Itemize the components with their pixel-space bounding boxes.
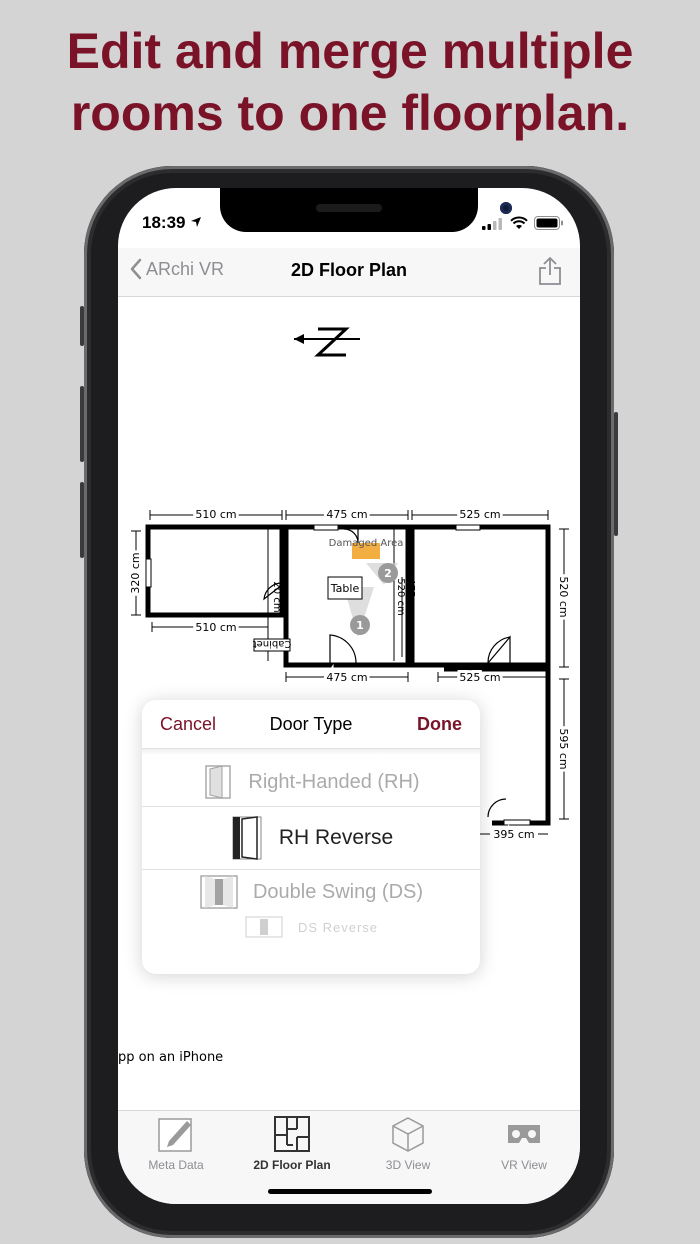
dim-bottom-small: 395 cm — [493, 828, 534, 841]
cube-icon — [392, 1117, 424, 1152]
share-icon — [539, 257, 561, 285]
dim-inner-520: 520 cm — [395, 578, 406, 616]
picker-option-ds-reverse-label: DS Reverse — [297, 919, 379, 935]
door-rh-reverse-icon — [232, 816, 262, 860]
power-button — [614, 412, 618, 536]
pencil-note-icon — [158, 1118, 192, 1152]
dim-room1-bottom: 510 cm — [195, 621, 236, 634]
room-1-walls[interactable] — [145, 524, 285, 618]
tab-meta-data[interactable]: Meta Data — [118, 1115, 234, 1172]
table-label: Table — [330, 582, 360, 595]
tab-2d-floor-plan-label: 2D Floor Plan — [253, 1158, 331, 1172]
home-indicator[interactable] — [268, 1189, 432, 1194]
dim-room2-bottom: 475 cm — [326, 671, 367, 684]
vr-headset-icon — [508, 1125, 540, 1143]
volume-up-button — [80, 386, 84, 462]
status-time-text: 18:39 — [142, 213, 186, 232]
tab-vr-view[interactable]: VR View — [466, 1115, 580, 1172]
dim-inner-20: 20 cm — [271, 581, 282, 612]
headline-line-2: rooms to one floorplan. — [70, 85, 630, 141]
wifi-icon — [510, 216, 528, 229]
volume-down-button — [80, 482, 84, 558]
headline-line-1: Edit and merge multiple — [66, 23, 634, 79]
door-type-picker: Cancel Door Type Done Right-Handed (RH) … — [142, 700, 480, 974]
battery-icon — [534, 216, 563, 230]
tab-meta-data-label: Meta Data — [148, 1158, 204, 1172]
room-3-walls[interactable] — [409, 524, 551, 668]
north-arrow-icon — [294, 327, 360, 357]
picker-option-ds-reverse[interactable]: DS Reverse — [142, 912, 480, 942]
dim-left-height: 320 cm — [129, 552, 142, 593]
cabinet-object[interactable]: Cabinet — [253, 638, 292, 652]
dim-right-height: 520 cm — [557, 576, 570, 617]
floorplan-icon — [274, 1116, 310, 1152]
front-camera — [500, 202, 512, 214]
tab-2d-floor-plan[interactable]: 2D Floor Plan — [234, 1115, 350, 1172]
marker-2-label: 2 — [384, 567, 392, 580]
picker-option-ds-label: Double Swing (DS) — [252, 880, 424, 903]
picker-header: Cancel Door Type Done — [142, 700, 480, 749]
picker-option-rh-reverse-label: RH Reverse — [278, 826, 394, 849]
cabinet-label: Cabinet — [253, 638, 292, 649]
share-button[interactable] — [538, 256, 562, 291]
tab-3d-view[interactable]: 3D View — [350, 1115, 466, 1172]
page-title: 2D Floor Plan — [290, 260, 407, 280]
notch — [220, 188, 512, 232]
picker-option-rh[interactable]: Right-Handed (RH) — [142, 760, 480, 804]
dim-inner-475: 475 cm — [405, 578, 416, 616]
headline: Edit and merge multiple rooms to one flo… — [0, 20, 700, 144]
speaker-grille — [316, 204, 382, 212]
picker-option-ds[interactable]: Double Swing (DS) — [142, 870, 480, 914]
dim-room3-bottom: 525 cm — [459, 671, 500, 684]
door-ds-reverse-icon — [245, 916, 283, 938]
tab-3d-view-label: 3D View — [385, 1158, 431, 1172]
dim-top-right: 525 cm — [459, 508, 500, 521]
location-arrow-icon — [191, 217, 202, 227]
door-rh-icon — [205, 765, 232, 799]
dim-top-left: 510 cm — [195, 508, 236, 521]
status-time: 18:39 — [142, 213, 202, 233]
marker-1-label: 1 — [356, 619, 364, 632]
door-ds-icon — [200, 875, 238, 909]
phone-screen: 18:39 ARchi VR 2D Floor Plan 2 1 Table C… — [118, 188, 580, 1204]
cellular-signal-icon — [482, 218, 502, 230]
footer-snippet: pp on an iPhone — [118, 1050, 224, 1065]
picker-option-rh-reverse[interactable]: RH Reverse — [142, 808, 480, 868]
damaged-area-label: Damaged Area — [329, 538, 404, 549]
done-button[interactable]: Done — [417, 714, 462, 735]
dim-right-lower: 595 cm — [557, 728, 570, 769]
navigation-bar: ARchi VR 2D Floor Plan — [118, 248, 580, 297]
picker-option-rh-label: Right-Handed (RH) — [248, 770, 420, 793]
mute-switch — [80, 306, 84, 346]
tab-vr-view-label: VR View — [501, 1158, 547, 1172]
dim-top-mid: 475 cm — [326, 508, 367, 521]
